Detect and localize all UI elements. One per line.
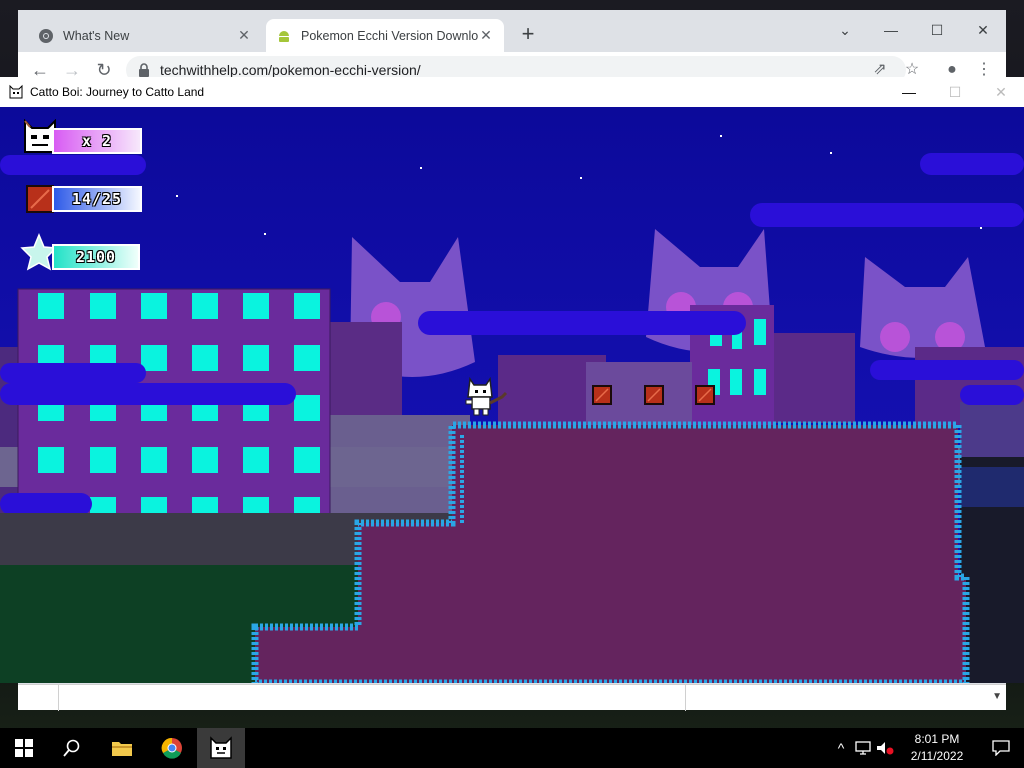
chrome-icon: [161, 737, 182, 759]
tab-title: Pokemon Ecchi Version Downloa: [301, 28, 478, 43]
game-minimize-button[interactable]: —: [886, 77, 932, 107]
game-window: Catto Boi: Journey to Catto Land — ☐ ✕ x…: [0, 77, 1024, 683]
clock[interactable]: 8:01 PM 2/11/2022: [896, 731, 978, 765]
clock-date: 2/11/2022: [910, 749, 964, 763]
lock-icon: [139, 63, 149, 77]
crate-icon: [26, 185, 54, 213]
game-titlebar: Catto Boi: Journey to Catto Land — ☐ ✕: [0, 77, 1024, 107]
desktop: What's New ✕ Pokemon Ecchi Version Downl…: [0, 0, 1024, 768]
network-icon[interactable]: [852, 728, 874, 768]
game-window-title: Catto Boi: Journey to Catto Land: [30, 85, 205, 99]
taskbar: ^ 8:01 PM 2/11/2022: [0, 728, 1024, 768]
volume-muted-icon[interactable]: [874, 728, 896, 768]
tab-strip: What's New ✕ Pokemon Ecchi Version Downl…: [18, 10, 1006, 52]
browser-content-strip: ▼: [18, 684, 1006, 711]
start-button[interactable]: [0, 728, 48, 768]
tab-whats-new[interactable]: What's New ✕: [28, 19, 262, 52]
chat-bubble-icon: [992, 740, 1010, 756]
tab-close-icon[interactable]: ✕: [478, 27, 494, 44]
game-close-button[interactable]: ✕: [978, 77, 1024, 107]
chrome-icon: [39, 28, 53, 43]
browser-minimize-button[interactable]: —: [868, 16, 914, 44]
game-scene: [0, 107, 1024, 683]
search-icon: [63, 739, 80, 757]
right-band: [960, 467, 1024, 507]
tab-pokemon-ecchi[interactable]: Pokemon Ecchi Version Downloa ✕: [266, 19, 504, 52]
tab-title: What's New: [63, 28, 130, 43]
crate: [592, 385, 612, 405]
building-back-1: [330, 322, 402, 422]
game-canvas[interactable]: x 2 14/25 2100: [0, 107, 1024, 683]
folder-icon: [112, 742, 132, 756]
file-explorer-button[interactable]: [98, 728, 146, 768]
notification-center-button[interactable]: [978, 740, 1024, 756]
content-field: [58, 685, 686, 711]
chrome-taskbar-button[interactable]: [148, 728, 196, 768]
catto-app-icon: [9, 84, 23, 99]
system-tray: ^ 8:01 PM 2/11/2022: [830, 728, 1024, 768]
catto-boi-taskbar-button[interactable]: [197, 728, 245, 768]
new-tab-button[interactable]: +: [516, 23, 540, 47]
windows-logo-icon: [15, 739, 33, 757]
browser-maximize-button[interactable]: ☐: [914, 16, 960, 44]
dropdown-caret-icon[interactable]: ▼: [992, 691, 1002, 702]
tab-close-icon[interactable]: ✕: [236, 27, 252, 44]
tab-search-chevron-icon[interactable]: ⌄: [822, 16, 868, 44]
browser-close-button[interactable]: ✕: [960, 16, 1006, 44]
crates-counter: 14/25: [52, 186, 142, 212]
crate: [644, 385, 664, 405]
network-monitor-icon: [855, 741, 871, 755]
crate: [695, 385, 715, 405]
lives-counter: x 2: [52, 128, 142, 154]
search-button[interactable]: [48, 728, 96, 768]
catto-app-icon: [210, 736, 232, 759]
building-back-3: [773, 333, 855, 423]
game-maximize-button[interactable]: ☐: [932, 77, 978, 107]
android-icon: [279, 30, 289, 42]
url-text: techwithhelp.com/pokemon-ecchi-version/: [160, 62, 421, 78]
chevron-up-icon[interactable]: ^: [830, 728, 852, 768]
speaker-icon: [877, 742, 894, 755]
score-counter: 2100: [52, 244, 140, 270]
clock-time: 8:01 PM: [914, 732, 960, 746]
